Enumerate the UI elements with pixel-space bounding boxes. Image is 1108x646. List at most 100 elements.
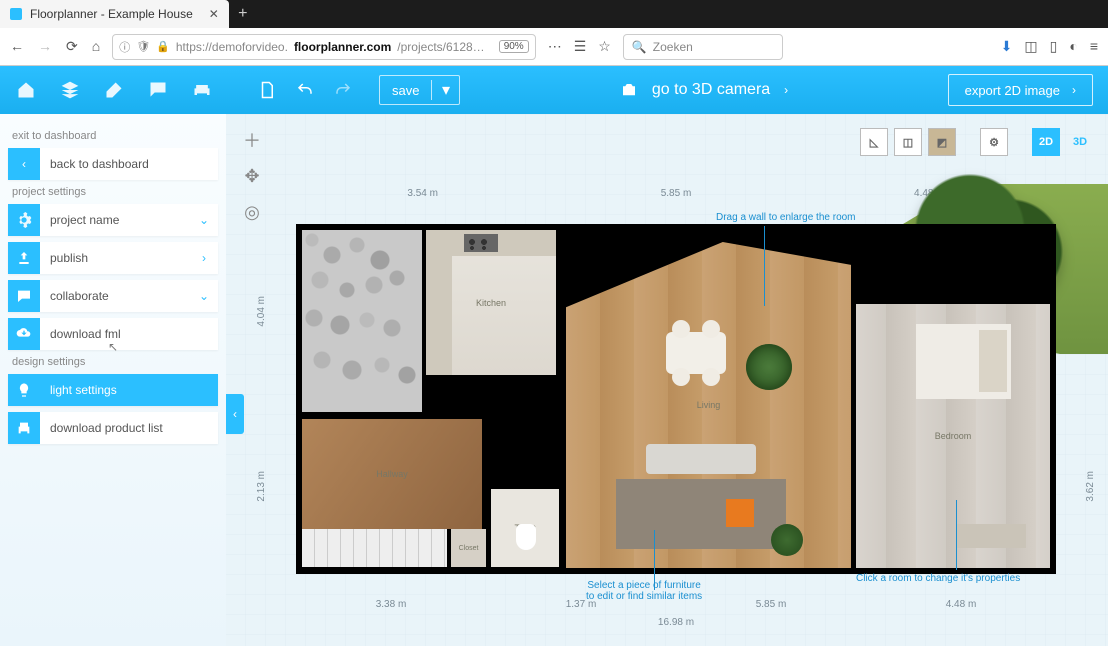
lock-icon: 🔒	[156, 40, 170, 53]
room-hallway[interactable]: Hallway	[302, 419, 482, 529]
sidebar-item-product-list[interactable]: download product list	[8, 412, 218, 444]
stairs[interactable]	[302, 529, 447, 567]
url-prefix: https://demoforvideo.	[176, 40, 288, 54]
menu-icon[interactable]: ≡	[1090, 38, 1098, 55]
tab-title: Floorplanner - Example House	[30, 7, 193, 21]
more-icon[interactable]: ⋯	[548, 38, 562, 55]
hint-drag-wall: Drag a wall to enlarge the room	[716, 212, 856, 223]
sidebar: exit to dashboard ‹ back to dashboard pr…	[0, 114, 226, 646]
floorplan[interactable]: 3.54 m 5.85 m 4.48 m 4.04 m 2.13 m 2.54 …	[296, 224, 1056, 574]
home-icon[interactable]: ⌂	[92, 38, 100, 55]
plant-icon[interactable]	[771, 524, 803, 556]
search-placeholder: Zoeken	[653, 40, 693, 54]
sidebar-item-collaborate[interactable]: collaborate ⌄	[8, 280, 218, 312]
pan-tool[interactable]: ✥	[238, 162, 266, 190]
browser-tab[interactable]: Floorplanner - Example House ✕	[0, 0, 229, 28]
hint-line	[764, 226, 765, 306]
back-icon[interactable]: ←	[10, 38, 24, 55]
hint-click-room: Click a room to change it's properties	[856, 573, 1020, 584]
chevron-right-icon: ›	[1072, 83, 1076, 97]
room-patio[interactable]	[302, 230, 422, 412]
room-closet[interactable]: Closet	[451, 529, 486, 567]
sidebar-item-label: back to dashboard	[40, 157, 218, 171]
bookmark-icon[interactable]: ☆	[598, 38, 611, 55]
sidebar-item-light-settings[interactable]: light settings ↖	[8, 374, 218, 406]
view-2d-button[interactable]: 2D	[1032, 128, 1060, 156]
zoom-level[interactable]: 90%	[499, 40, 529, 53]
hint-line	[956, 500, 957, 570]
sidebar-item-back[interactable]: ‹ back to dashboard	[8, 148, 218, 180]
nav-home-icon[interactable]	[15, 79, 37, 101]
sidebar-item-label: light settings	[40, 383, 218, 397]
toilet-fixture[interactable]	[516, 524, 536, 550]
sofa[interactable]	[646, 444, 756, 474]
chevron-down-icon[interactable]: ⌄	[190, 213, 218, 227]
add-tool[interactable]: ＋	[238, 126, 266, 154]
chat-icon	[8, 280, 40, 312]
sidebar-item-label: download fml	[40, 327, 218, 341]
nav-layers-icon[interactable]	[59, 79, 81, 101]
account-icon[interactable]: ◐	[1069, 38, 1077, 55]
dining-table[interactable]	[666, 332, 726, 374]
nav-furniture-icon[interactable]	[191, 79, 213, 101]
reload-icon[interactable]: ⟳	[66, 38, 78, 55]
sidebar-item-publish[interactable]: publish ›	[8, 242, 218, 274]
bed[interactable]	[916, 324, 1011, 399]
save-button[interactable]: save ▾	[379, 75, 460, 105]
gear-icon	[8, 204, 40, 236]
section-label-exit: exit to dashboard	[12, 130, 214, 142]
settings-view-icon[interactable]: ⚙	[980, 128, 1008, 156]
export-label: export 2D image	[965, 83, 1060, 98]
lightbulb-icon	[8, 374, 40, 406]
url-bar[interactable]: ⓘ 🛡 🔒 https://demoforvideo.floorplanner.…	[112, 34, 536, 60]
info-icon[interactable]: ⓘ	[119, 39, 130, 55]
save-label: save	[380, 83, 431, 98]
hint-select-furniture: Select a piece of furniture to edit or f…	[586, 580, 702, 602]
downloads-icon[interactable]: ⬇	[1001, 38, 1013, 55]
collapse-sidebar-button[interactable]: ‹	[226, 394, 244, 434]
sidebar-icon[interactable]: ▯	[1050, 38, 1058, 55]
browser-search[interactable]: 🔍 Zoeken	[623, 34, 783, 60]
favicon-icon	[10, 8, 22, 20]
nav-build-icon[interactable]	[103, 79, 125, 101]
nav-comment-icon[interactable]	[147, 79, 169, 101]
section-label-project: project settings	[12, 186, 214, 198]
stove-icon[interactable]	[464, 234, 498, 252]
shield-icon[interactable]: 🛡	[136, 40, 150, 53]
sidebar-item-download-fml[interactable]: download fml	[8, 318, 218, 350]
export-2d-button[interactable]: export 2D image ›	[948, 74, 1093, 106]
go-to-3d-camera-button[interactable]: go to 3D camera ›	[601, 73, 807, 107]
upload-icon	[8, 242, 40, 274]
forward-icon[interactable]: →	[38, 38, 52, 55]
chevron-right-icon[interactable]: ›	[190, 251, 218, 265]
canvas[interactable]: ＋ ✥ ◎ ◺ ◫ ◩ ⚙ 2D 3D ‹ 3.54 m 5.85 m 4	[226, 114, 1108, 646]
close-tab-icon[interactable]: ✕	[209, 7, 219, 21]
dimensions-left: 4.04 m 2.13 m	[256, 224, 267, 574]
camera-label: go to 3D camera	[652, 81, 770, 99]
chevron-right-icon: ›	[784, 83, 788, 97]
armchair[interactable]	[726, 499, 754, 527]
new-tab-button[interactable]: +	[229, 0, 257, 28]
view-option-1[interactable]: ◺	[860, 128, 888, 156]
sidebar-item-label: project name	[40, 213, 190, 227]
sidebar-item-project-name[interactable]: project name ⌄	[8, 204, 218, 236]
view-option-texture[interactable]: ◩	[928, 128, 956, 156]
view-option-2[interactable]: ◫	[894, 128, 922, 156]
undo-button[interactable]	[293, 78, 317, 102]
view-3d-button[interactable]: 3D	[1066, 128, 1094, 156]
reader-icon[interactable]: ☰	[574, 38, 587, 55]
desk[interactable]	[956, 524, 1026, 548]
save-dropdown[interactable]: ▾	[431, 80, 459, 100]
new-file-button[interactable]	[255, 78, 279, 102]
locate-tool[interactable]: ◎	[238, 198, 266, 226]
chevron-left-icon: ‹	[8, 148, 40, 180]
url-path: /projects/6128…	[397, 40, 484, 54]
redo-button[interactable]	[331, 78, 355, 102]
sidebar-item-label: download product list	[40, 421, 218, 435]
cloud-download-icon	[8, 318, 40, 350]
chevron-down-icon[interactable]: ⌄	[190, 289, 218, 303]
rug[interactable]	[616, 479, 786, 549]
library-icon[interactable]: ◫	[1024, 38, 1037, 55]
plant-icon[interactable]	[746, 344, 792, 390]
app-topbar: save ▾ go to 3D camera › export 2D image…	[0, 66, 1108, 114]
